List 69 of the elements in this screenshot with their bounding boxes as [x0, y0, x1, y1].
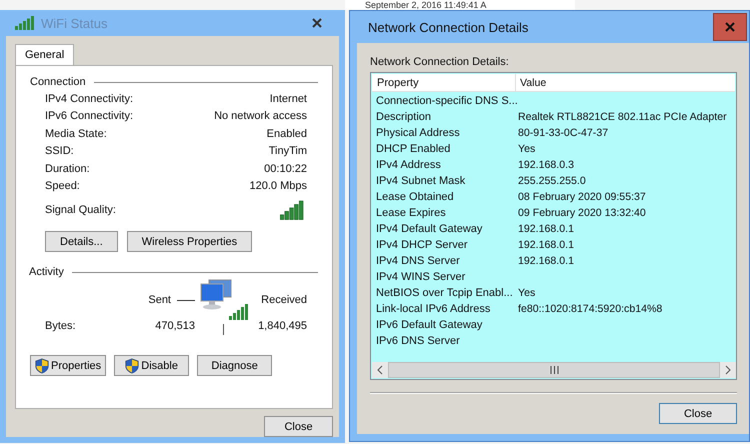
list-caption: Network Connection Details: — [370, 56, 510, 68]
field-label: IPv6 Connectivity: — [45, 110, 134, 122]
shield-icon — [35, 358, 49, 374]
field-label: Signal Quality: — [45, 204, 116, 216]
property-cell-text: Physical Address — [375, 127, 461, 139]
field-value: TinyTim — [268, 145, 307, 158]
close-button[interactable] — [713, 13, 747, 41]
close-icon — [312, 18, 322, 28]
window-title: WiFi Status — [41, 16, 108, 30]
value-cell-text: 80-91-33-0C-47-37 — [517, 127, 608, 139]
shield-icon — [125, 358, 140, 374]
field-label: Media State: — [45, 128, 107, 140]
dialog-button[interactable]: Disable — [114, 355, 190, 376]
value-cell-text: 08 February 2020 09:55:37 — [517, 191, 646, 203]
field-label: Speed: — [45, 180, 80, 192]
close-button[interactable]: Close — [264, 416, 333, 437]
property-cell-text: IPv6 DNS Server — [375, 335, 461, 347]
property-cell-text: IPv4 Subnet Mask — [375, 175, 466, 187]
property-cell-text: NetBIOS over Tcpip Enabl... — [375, 287, 514, 299]
value-cell-text: 192.168.0.1 — [517, 223, 574, 235]
dialog-button[interactable]: Wireless Properties — [126, 231, 252, 252]
value-cell-text: 192.168.0.1 — [517, 255, 574, 267]
close-button[interactable]: Close — [659, 403, 737, 424]
value-cell-text: fe80::1020:8174:5920:cb14%8 — [517, 303, 662, 315]
field-label: IPv4 Connectivity: — [45, 92, 134, 105]
tab[interactable]: General — [15, 44, 74, 65]
value-cell-text: Realtek RTL8821CE 802.11ac PCIe Adapter — [517, 111, 727, 123]
value-cell-text: Yes — [517, 143, 536, 155]
dialog-button[interactable]: Details... — [45, 231, 118, 252]
property-cell-text: IPv4 WINS Server — [375, 271, 466, 283]
background-text: September 2, 2016 11:49:41 A — [365, 0, 486, 10]
value-cell-text: 255.255.255.0 — [517, 175, 586, 187]
value-cell-text: 192.168.0.1 — [517, 239, 574, 251]
field-value: Internet — [270, 92, 307, 105]
property-cell-text: Lease Expires — [375, 207, 447, 219]
property-cell-text: IPv4 Default Gateway — [375, 223, 484, 235]
property-cell-text: IPv4 DNS Server — [375, 255, 461, 267]
field-value: 120.0 Mbps — [250, 180, 307, 192]
property-cell-text: IPv4 DHCP Server — [375, 239, 468, 251]
property-cell-text: Lease Obtained — [375, 191, 455, 203]
field-label: Duration: — [45, 162, 90, 175]
property-cell-text: Link-local IPv6 Address — [375, 303, 492, 315]
sent-label: Sent — [148, 294, 171, 306]
property-cell-text: IPv4 Address — [375, 159, 442, 171]
received-bytes: 1,840,495 — [257, 320, 307, 332]
signal-icon — [15, 16, 35, 30]
property-cell-text: IPv6 Default Gateway — [375, 319, 484, 331]
window-title: Network Connection Details — [368, 20, 530, 34]
column-header[interactable]: Value — [516, 74, 546, 91]
close-icon — [725, 22, 735, 32]
sent-bytes: 470,513 — [154, 320, 195, 332]
bytes-label: Bytes: — [45, 320, 77, 332]
group-heading: Connection — [30, 76, 86, 88]
value-cell-text: Yes — [517, 287, 536, 299]
dialog-button[interactable]: Diagnose — [197, 355, 272, 376]
field-value: Enabled — [266, 128, 307, 140]
column-header[interactable]: Property — [372, 74, 516, 91]
field-label: SSID: — [45, 145, 74, 158]
signal-bars-icon — [280, 200, 304, 220]
property-cell-text: Description — [375, 111, 432, 123]
value-cell-text: 09 February 2020 13:32:40 — [517, 207, 646, 219]
field-value: 00:10:22 — [264, 162, 307, 175]
property-cell-text: DHCP Enabled — [375, 143, 452, 155]
value-cell-text: 192.168.0.3 — [517, 159, 574, 171]
received-label: Received — [261, 294, 307, 306]
dialog-button[interactable]: Properties — [30, 355, 106, 376]
field-value: No network access — [214, 110, 307, 122]
group-heading: Activity — [29, 266, 64, 278]
grip-icon — [550, 366, 558, 374]
